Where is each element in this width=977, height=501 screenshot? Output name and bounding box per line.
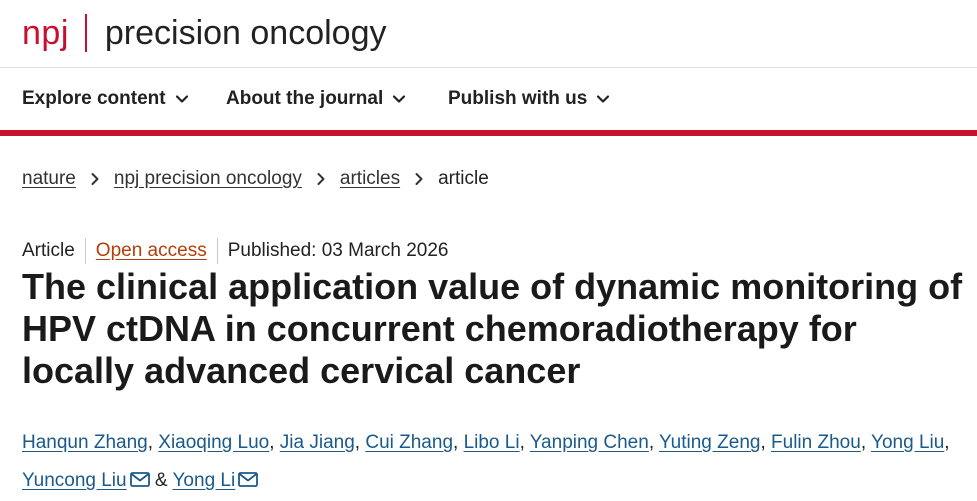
author-separator: , <box>648 432 655 453</box>
open-access-link[interactable]: Open access <box>96 240 207 262</box>
journal-logo[interactable]: npj precision oncology <box>22 13 387 53</box>
author-link[interactable]: Hanqun Zhang <box>22 432 148 453</box>
author-separator: , <box>269 432 275 453</box>
author-separator: , <box>944 432 950 453</box>
chevron-right-icon <box>316 172 326 186</box>
author-link[interactable]: Yuncong Liu <box>22 470 127 491</box>
nav-publish-with-us[interactable]: Publish with us <box>448 68 610 130</box>
email-icon[interactable] <box>129 472 150 487</box>
masthead: npj precision oncology <box>0 0 977 68</box>
chevron-down-icon <box>596 92 610 106</box>
logo-divider <box>84 14 87 52</box>
chevron-right-icon <box>414 172 424 186</box>
logo-npj: npj <box>22 14 69 52</box>
author-separator: , <box>453 432 459 453</box>
author-link[interactable]: Yanping Chen <box>530 432 649 453</box>
author-separator: , <box>760 432 766 453</box>
nav-explore-content[interactable]: Explore content <box>22 68 189 130</box>
nav-about-the-journal-label: About the journal <box>226 88 384 109</box>
email-icon[interactable] <box>238 472 259 487</box>
article-type: Article <box>22 240 75 261</box>
author-link[interactable]: Xiaoqing Luo <box>158 432 269 453</box>
author-link[interactable]: Yong Liu <box>871 432 944 453</box>
published-date: Published: 03 March 2026 <box>227 240 449 261</box>
author-separator: , <box>519 432 525 453</box>
author-link[interactable]: Jia Jiang <box>280 432 355 453</box>
chevron-down-icon <box>392 92 406 106</box>
breadcrumb-articles[interactable]: articles <box>340 168 400 190</box>
chevron-down-icon <box>175 92 189 106</box>
author-separator: , <box>354 432 361 453</box>
author-link[interactable]: Cui Zhang <box>365 432 453 453</box>
author-link[interactable]: Yong Li <box>173 470 236 491</box>
author-list: Hanqun Zhang, Xiaoqing Luo, Jia Jiang, C… <box>22 424 957 500</box>
meta-divider <box>216 238 218 264</box>
author-conjunction: & <box>154 470 168 491</box>
meta-divider <box>84 238 86 264</box>
author-separator: , <box>860 432 867 453</box>
author-link[interactable]: Fulin Zhou <box>771 432 861 453</box>
logo-journal-name: precision oncology <box>104 14 387 52</box>
breadcrumb-journal[interactable]: npj precision oncology <box>114 168 302 190</box>
breadcrumb-current: article <box>438 168 489 189</box>
chevron-right-icon <box>90 172 100 186</box>
article-meta: Article Open access Published: 03 March … <box>22 238 448 264</box>
main-navigation: Explore content About the journal Publis… <box>0 68 977 136</box>
nav-about-the-journal[interactable]: About the journal <box>226 68 406 130</box>
breadcrumb: nature npj precision oncology articles a… <box>22 168 489 190</box>
author-link[interactable]: Libo Li <box>464 432 520 453</box>
author-separator: , <box>147 432 153 453</box>
nav-explore-content-label: Explore content <box>22 88 166 109</box>
author-link[interactable]: Yuting Zeng <box>659 432 760 453</box>
article-title: The clinical application value of dynami… <box>22 266 963 391</box>
breadcrumb-nature[interactable]: nature <box>22 168 76 190</box>
nav-publish-with-us-label: Publish with us <box>448 88 588 109</box>
